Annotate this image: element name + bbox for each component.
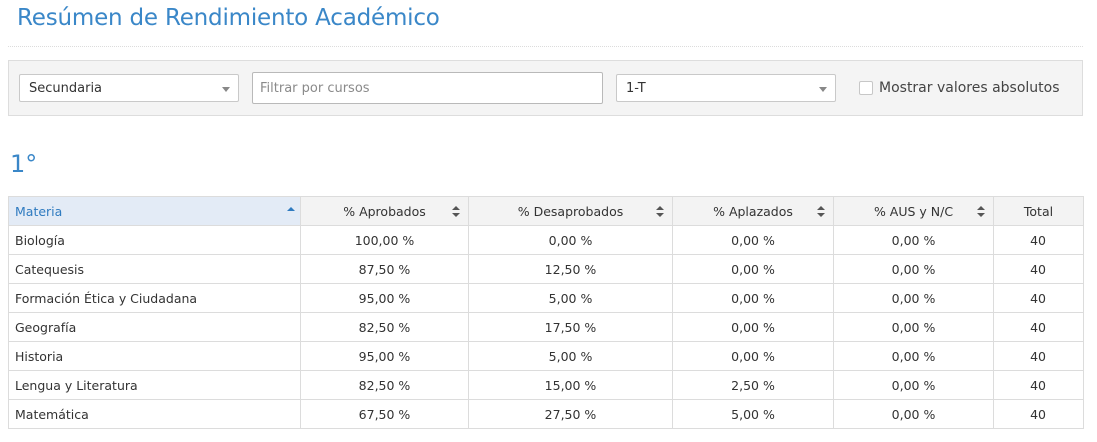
cell-aprobados: 95,00 % xyxy=(300,283,469,313)
cell-total: 40 xyxy=(993,283,1084,313)
filter-bar: Secundaria 1-T Mostrar valores absolutos xyxy=(8,60,1083,116)
cell-materia: Catequesis xyxy=(8,254,301,284)
table-row: Lengua y Literatura 82,50 % 15,00 % 2,50… xyxy=(8,370,1084,400)
performance-table: Materia % Aprobados % Desaprobados % Apl… xyxy=(8,196,1084,429)
table-row: Biología 100,00 % 0,00 % 0,00 % 0,00 % 4… xyxy=(8,225,1084,255)
table-row: Catequesis 87,50 % 12,50 % 0,00 % 0,00 %… xyxy=(8,254,1084,284)
cell-total: 40 xyxy=(993,254,1084,284)
table-row: Matemática 67,50 % 27,50 % 5,00 % 0,00 %… xyxy=(8,399,1084,429)
cell-materia: Lengua y Literatura xyxy=(8,370,301,400)
cell-aprobados: 87,50 % xyxy=(300,254,469,284)
cell-total: 40 xyxy=(993,370,1084,400)
cell-materia: Historia xyxy=(8,341,301,371)
level-select[interactable]: Secundaria xyxy=(19,74,239,102)
page-title: Resúmen de Rendimiento Académico xyxy=(17,5,440,31)
column-header-materia[interactable]: Materia xyxy=(8,196,301,226)
absolute-values-checkbox[interactable] xyxy=(859,81,873,95)
table-header-row: Materia % Aprobados % Desaprobados % Apl… xyxy=(8,196,1084,226)
division-select-value: 1-T xyxy=(626,81,646,96)
column-header-aprobados[interactable]: % Aprobados xyxy=(300,196,469,226)
cell-aus: 0,00 % xyxy=(833,283,994,313)
column-header-label: Materia xyxy=(15,203,63,219)
table-row: Formación Ética y Ciudadana 95,00 % 5,00… xyxy=(8,283,1084,313)
cell-aus: 0,00 % xyxy=(833,399,994,429)
cell-aprobados: 67,50 % xyxy=(300,399,469,429)
column-header-label: Total xyxy=(1023,203,1054,219)
cell-aplazados: 0,00 % xyxy=(672,283,834,313)
cell-desaprobados: 17,50 % xyxy=(468,312,673,342)
column-header-aplazados[interactable]: % Aplazados xyxy=(672,196,834,226)
table-row: Geografía 82,50 % 17,50 % 0,00 % 0,00 % … xyxy=(8,312,1084,342)
cell-aplazados: 5,00 % xyxy=(672,399,834,429)
cell-aprobados: 95,00 % xyxy=(300,341,469,371)
cell-aplazados: 2,50 % xyxy=(672,370,834,400)
cell-total: 40 xyxy=(993,225,1084,255)
column-header-label: % Aprobados xyxy=(343,203,426,219)
column-header-desaprobados[interactable]: % Desaprobados xyxy=(468,196,673,226)
chevron-down-icon xyxy=(819,87,827,92)
column-header-label: % AUS y N/C xyxy=(873,203,954,219)
cell-aus: 0,00 % xyxy=(833,254,994,284)
cell-aus: 0,00 % xyxy=(833,225,994,255)
table-row: Historia 95,00 % 5,00 % 0,00 % 0,00 % 40 xyxy=(8,341,1084,371)
chevron-down-icon xyxy=(222,87,230,92)
course-filter-input[interactable] xyxy=(252,72,603,104)
division-select[interactable]: 1-T xyxy=(616,74,836,102)
cell-materia: Biología xyxy=(8,225,301,255)
cell-aplazados: 0,00 % xyxy=(672,254,834,284)
column-header-label: % Aplazados xyxy=(713,203,793,219)
cell-total: 40 xyxy=(993,341,1084,371)
cell-materia: Geografía xyxy=(8,312,301,342)
cell-aplazados: 0,00 % xyxy=(672,312,834,342)
sort-icon xyxy=(452,206,460,217)
cell-desaprobados: 15,00 % xyxy=(468,370,673,400)
cell-aus: 0,00 % xyxy=(833,341,994,371)
column-header-label: % Desaprobados xyxy=(517,203,624,219)
sort-icon xyxy=(817,206,825,217)
column-header-aus[interactable]: % AUS y N/C xyxy=(833,196,994,226)
cell-aus: 0,00 % xyxy=(833,312,994,342)
cell-materia: Matemática xyxy=(8,399,301,429)
cell-desaprobados: 27,50 % xyxy=(468,399,673,429)
cell-desaprobados: 0,00 % xyxy=(468,225,673,255)
cell-desaprobados: 12,50 % xyxy=(468,254,673,284)
cell-total: 40 xyxy=(993,312,1084,342)
level-select-value: Secundaria xyxy=(29,81,103,96)
section-title: 1° xyxy=(10,150,38,178)
cell-aprobados: 82,50 % xyxy=(300,370,469,400)
absolute-values-label: Mostrar valores absolutos xyxy=(879,80,1060,96)
cell-desaprobados: 5,00 % xyxy=(468,283,673,313)
cell-materia: Formación Ética y Ciudadana xyxy=(8,283,301,313)
sort-ascending-icon xyxy=(287,207,295,211)
sort-icon xyxy=(977,206,985,217)
cell-aus: 0,00 % xyxy=(833,370,994,400)
cell-aplazados: 0,00 % xyxy=(672,225,834,255)
sort-icon xyxy=(656,206,664,217)
cell-aprobados: 82,50 % xyxy=(300,312,469,342)
cell-total: 40 xyxy=(993,399,1084,429)
column-header-total: Total xyxy=(993,196,1084,226)
title-divider xyxy=(8,46,1083,47)
absolute-values-toggle[interactable]: Mostrar valores absolutos xyxy=(859,78,1060,98)
cell-desaprobados: 5,00 % xyxy=(468,341,673,371)
cell-aprobados: 100,00 % xyxy=(300,225,469,255)
cell-aplazados: 0,00 % xyxy=(672,341,834,371)
